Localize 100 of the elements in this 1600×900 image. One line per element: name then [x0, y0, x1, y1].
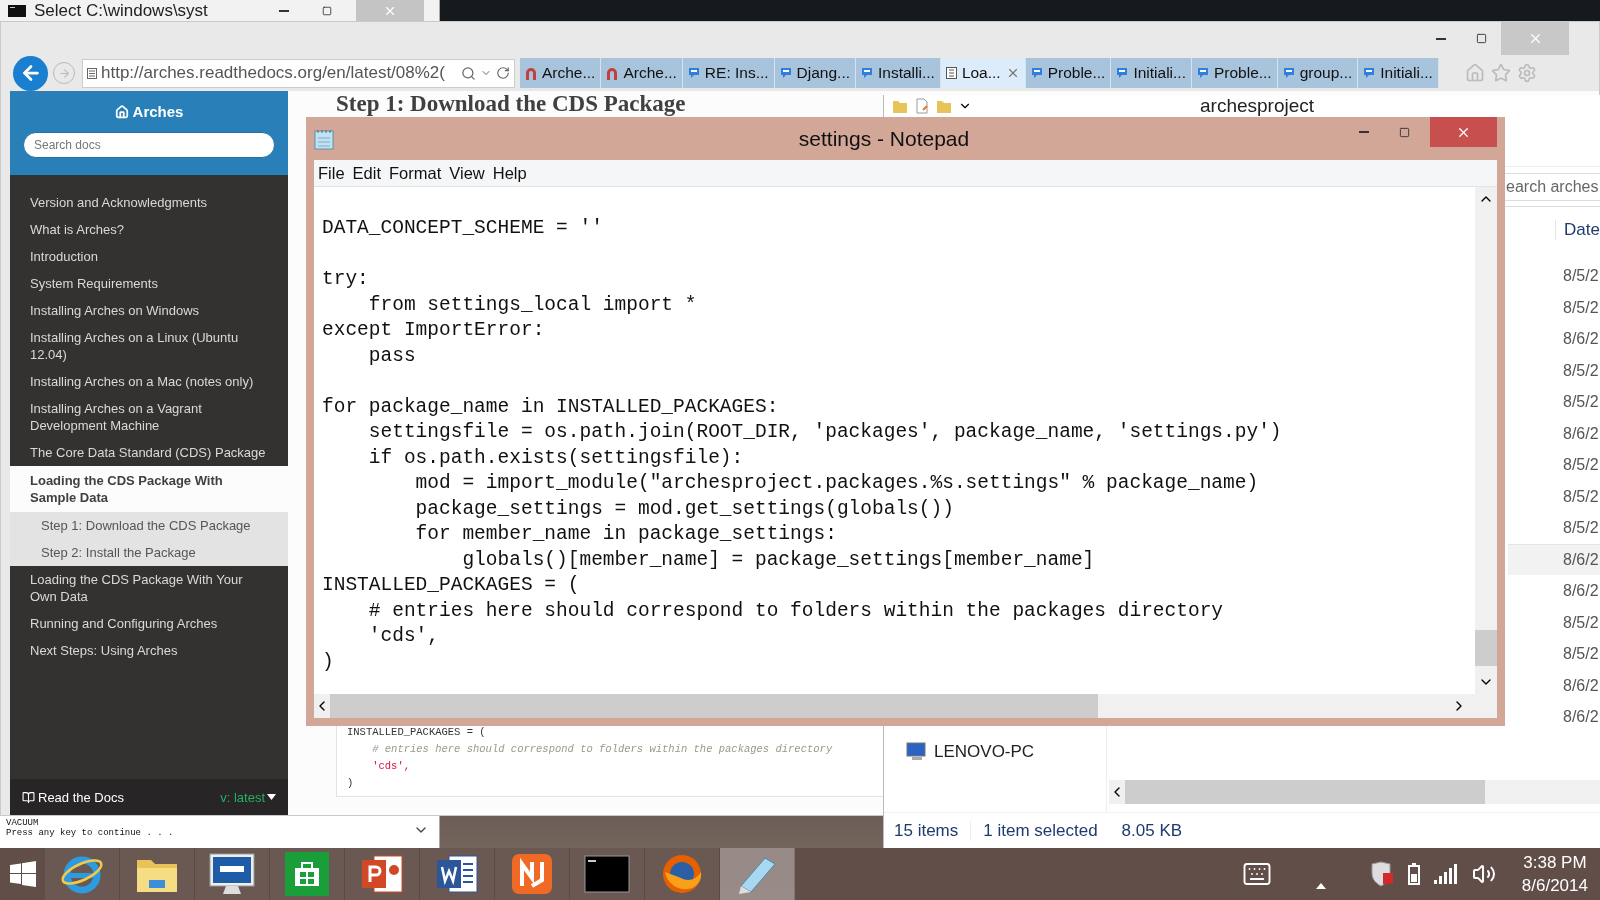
browser-tab[interactable]: Arche...: [601, 58, 683, 88]
nav-link[interactable]: Version and Acknowledgments: [10, 189, 288, 216]
windows-logo-icon: [9, 861, 36, 887]
nav-link[interactable]: What is Arches?: [10, 216, 288, 243]
browser-tab[interactable]: Proble...: [1025, 58, 1112, 88]
browser-tab[interactable]: Proble...: [1191, 58, 1278, 88]
tab-label: Installi...: [878, 64, 935, 82]
menu-item[interactable]: File: [318, 163, 345, 183]
nav-link[interactable]: Installing Arches on a Vagrant Development Machine: [10, 395, 288, 439]
nav-link[interactable]: Installing Arches on Windows: [10, 297, 288, 324]
file-row[interactable]: 8/6/2: [1508, 575, 1600, 607]
star-icon[interactable]: [1490, 63, 1511, 83]
battery-icon[interactable]: [1407, 863, 1420, 885]
nav-link[interactable]: Running and Configuring Arches: [10, 610, 288, 637]
clock[interactable]: 3:38 PM 8/6/2014: [1521, 851, 1588, 897]
chat-bubble-icon: [1030, 67, 1043, 79]
file-row[interactable]: 8/6/2: [1508, 417, 1600, 449]
browser-tab[interactable]: Initiali...: [1358, 58, 1439, 88]
nav-link[interactable]: Step 2: Install the Package: [10, 539, 288, 566]
taskbar-button[interactable]: [495, 848, 570, 900]
nav-link[interactable]: Next Steps: Using Arches: [10, 637, 288, 664]
file-row[interactable]: 8/5/2: [1508, 354, 1600, 386]
status-text: 15 items: [894, 820, 972, 841]
close-icon: [383, 4, 397, 18]
caret-down-icon: [267, 794, 276, 800]
nav-link[interactable]: Introduction: [10, 243, 288, 270]
column-header[interactable]: Date: [1555, 220, 1600, 240]
search-icon[interactable]: [461, 65, 476, 81]
refresh-icon[interactable]: [496, 66, 510, 80]
tab-label: Initiali...: [1133, 64, 1186, 82]
read-the-docs-link[interactable]: Read the Docs: [22, 789, 124, 805]
nav-link[interactable]: Loading the CDS Package With Sample Data: [10, 466, 288, 512]
nav-link[interactable]: Loading the CDS Package With Your Own Data: [10, 566, 288, 610]
file-row[interactable]: 8/5/2: [1508, 512, 1600, 544]
menu-item[interactable]: Edit: [352, 163, 382, 183]
file-row[interactable]: 8/5/2: [1508, 291, 1600, 323]
menu-item[interactable]: View: [449, 163, 485, 183]
nav-link[interactable]: Installing Arches on a Mac (notes only): [10, 368, 288, 395]
browser-tab[interactable]: Installi...: [856, 58, 941, 88]
docs-home-link[interactable]: Arches: [114, 103, 184, 120]
search-field[interactable]: Search docs: [23, 132, 275, 158]
taskbar-button[interactable]: [270, 848, 345, 900]
taskbar-button[interactable]: [645, 848, 720, 900]
nav-link[interactable]: The Core Data Standard (CDS) Package: [10, 439, 288, 466]
file-row[interactable]: 8/5/2: [1508, 260, 1600, 292]
scrollbar[interactable]: [1109, 780, 1600, 804]
status-text: 1 item selected: [983, 820, 1099, 841]
tab-label: RE: Ins...: [704, 64, 769, 82]
taskbar-button[interactable]: [45, 848, 120, 900]
file-row[interactable]: 8/5/2: [1508, 638, 1600, 670]
file-row[interactable]: 8/6/2: [1508, 543, 1600, 575]
caret-up-icon[interactable]: [1315, 883, 1326, 889]
chat-bubble-icon: [1116, 67, 1129, 79]
tab-label: Initiali...: [1380, 64, 1433, 82]
file-row[interactable]: 8/6/2: [1508, 323, 1600, 355]
signal-icon[interactable]: [1433, 864, 1458, 884]
menu-item[interactable]: Help: [492, 163, 527, 183]
arrow-right-icon: [57, 66, 71, 80]
shield-icon[interactable]: [1369, 861, 1394, 887]
scrollbar[interactable]: [314, 694, 1497, 718]
menu-item[interactable]: Format: [389, 163, 442, 183]
home-icon: [114, 104, 129, 119]
taskbar-button[interactable]: [570, 848, 645, 900]
window-title: archesproject: [1200, 95, 1315, 117]
file-row[interactable]: 8/5/2: [1508, 449, 1600, 481]
tab-label: Proble...: [1213, 64, 1272, 82]
scrollbar-thumb[interactable]: [330, 694, 1098, 718]
page-icon: [87, 67, 97, 79]
taskbar-button[interactable]: [420, 848, 495, 900]
scrollbar-thumb[interactable]: [1475, 630, 1497, 666]
browser-tab[interactable]: Djang...: [774, 58, 856, 88]
nav-link[interactable]: Installing Arches on a Linux (Ubuntu 12.04): [10, 324, 288, 368]
code-line: INSTALLED_PACKAGES = (: [347, 725, 487, 740]
back-button[interactable]: [13, 55, 48, 91]
scrollbar-thumb[interactable]: [1125, 780, 1485, 804]
nav-link[interactable]: Step 1: Download the CDS Package: [10, 512, 288, 539]
file-row[interactable]: 8/6/2: [1508, 701, 1600, 733]
browser-tab[interactable]: Initiali...: [1111, 58, 1192, 88]
browser-tab[interactable]: Loa...: [940, 58, 1026, 88]
terminal-icon: [584, 855, 630, 893]
window-title: Select C:\windows\syst: [34, 0, 209, 22]
file-row[interactable]: 8/5/2: [1508, 386, 1600, 418]
version-dropdown[interactable]: v: latest: [220, 789, 276, 805]
chat-bubble-icon: [861, 67, 873, 79]
file-row[interactable]: 8/6/2: [1508, 669, 1600, 701]
speaker-icon[interactable]: [1471, 862, 1496, 886]
square-icon: [1475, 33, 1487, 44]
taskbar-button[interactable]: [345, 848, 420, 900]
browser-tab[interactable]: RE: Ins...: [682, 58, 775, 88]
browser-tab[interactable]: group...: [1277, 58, 1359, 88]
nav-link[interactable]: System Requirements: [10, 270, 288, 297]
nav-item[interactable]: LENOVO-PC: [906, 742, 1106, 762]
taskbar-button[interactable]: [120, 848, 195, 900]
file-row[interactable]: 8/5/2: [1508, 480, 1600, 512]
scrollbar[interactable]: [1475, 187, 1497, 694]
folder-icon: [892, 98, 908, 114]
address-bar[interactable]: http://arches.readthedocs.org/en/latest/08%2(: [82, 58, 515, 88]
file-row[interactable]: 8/5/2: [1508, 606, 1600, 638]
taskbar-button[interactable]: [195, 848, 270, 900]
browser-tab[interactable]: Arche...: [520, 58, 602, 88]
